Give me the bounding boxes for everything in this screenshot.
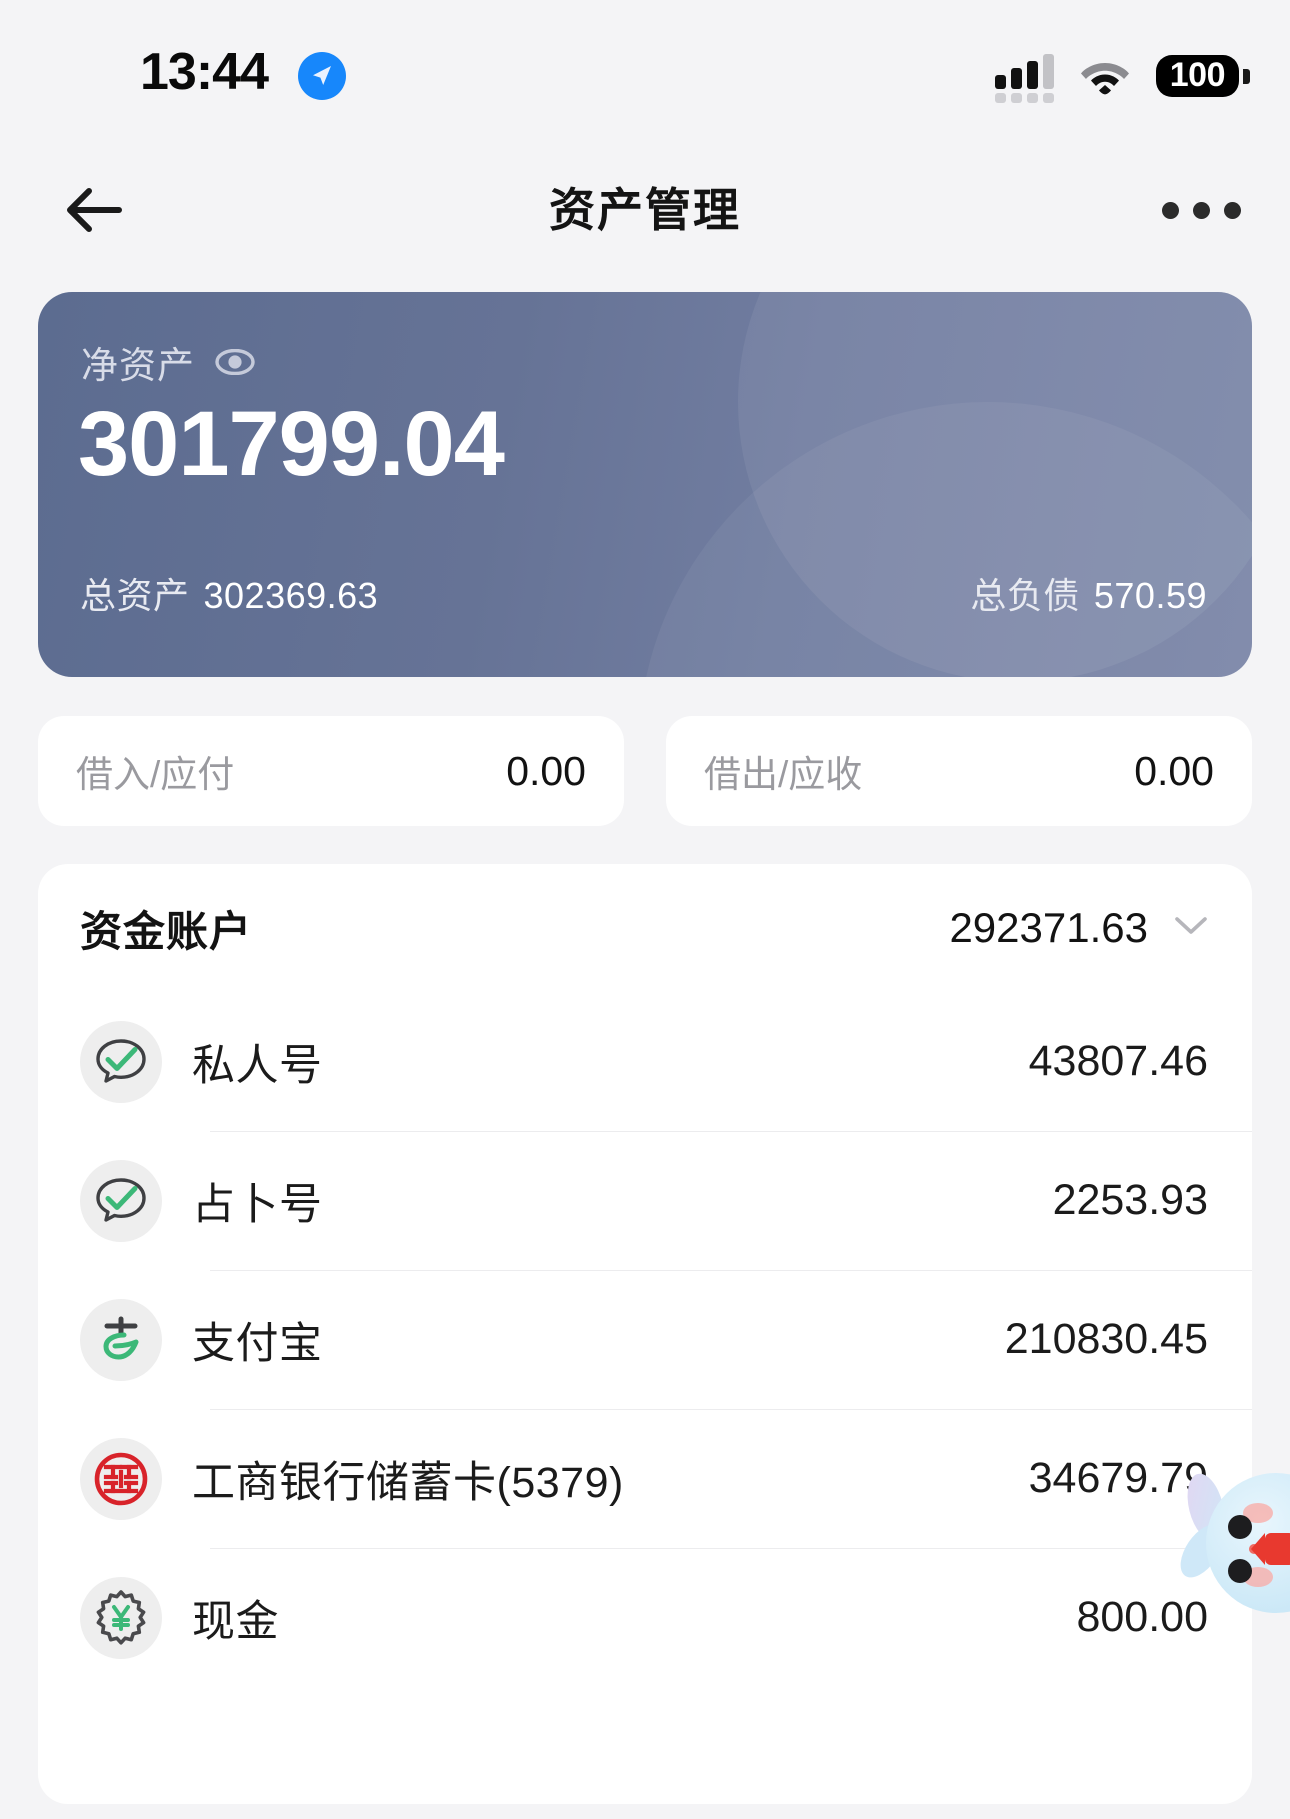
page-title: 资产管理 (549, 184, 741, 236)
wifi-icon (1080, 57, 1130, 95)
account-balance: 34679.79 (1028, 1454, 1208, 1502)
total-liabilities-value: 570.59 (1093, 575, 1207, 616)
table-row[interactable]: 私人号 43807.46 (38, 992, 1252, 1131)
wechat-pay-icon (80, 1020, 162, 1103)
table-row[interactable]: 支付宝 210830.45 (38, 1270, 1252, 1409)
loan-summary-row: 借入/应付 0.00 借出/应收 0.00 (38, 716, 1252, 826)
more-options-icon-dot3 (1223, 201, 1241, 219)
battery-tip (1243, 68, 1250, 84)
total-assets-value: 302369.63 (203, 575, 379, 616)
cellular-signal-icon (994, 49, 1054, 103)
status-indicators: 100 (994, 48, 1250, 104)
fund-accounts-panel: 资金账户 292371.63 私人号 43807.46 占卜号 2253.93 … (38, 864, 1252, 1804)
borrowed-payable-value: 0.00 (506, 747, 586, 794)
account-name: 占卜号 (192, 1180, 323, 1229)
fund-accounts-header[interactable]: 资金账户 292371.63 (38, 864, 1252, 992)
status-bar: 13:44 100 (0, 0, 1290, 128)
net-assets-label-row: 净资产 (81, 335, 255, 389)
account-balance: 800.00 (1076, 1593, 1208, 1641)
total-assets: 总资产 302369.63 (80, 567, 378, 619)
total-assets-label: 总资产 (80, 575, 190, 616)
more-options-button[interactable] (1156, 182, 1246, 238)
borrowed-payable-card[interactable]: 借入/应付 0.00 (38, 716, 624, 826)
lent-receivable-card[interactable]: 借出/应收 0.00 (666, 716, 1252, 826)
table-row[interactable]: 现金 800.00 (38, 1548, 1252, 1687)
navigation-bar: 资产管理 (0, 160, 1290, 260)
cash-yuan-icon (80, 1576, 162, 1659)
account-name: 现金 (192, 1597, 279, 1646)
account-balance: 2253.93 (1052, 1176, 1208, 1224)
net-assets-card[interactable]: 净资产 301799.04 总资产 302369.63 总负债 570.59 (38, 292, 1252, 677)
fund-accounts-header-right: 292371.63 (949, 904, 1208, 952)
table-row[interactable]: 占卜号 2253.93 (38, 1131, 1252, 1270)
battery-level-label: 100 (1155, 54, 1239, 98)
total-liabilities-label: 总负债 (970, 575, 1080, 616)
borrowed-payable-label: 借入/应付 (76, 754, 235, 795)
wechat-pay-icon (80, 1159, 162, 1242)
app-root: 13:44 100 资产管理 净资产 301799.04 总资产 302369.… (0, 0, 1290, 1819)
account-name: 工商银行储蓄卡(5379) (192, 1458, 624, 1507)
net-assets-label: 净资产 (81, 345, 195, 386)
account-name: 私人号 (192, 1041, 323, 1090)
eye-icon[interactable] (215, 346, 255, 378)
fund-accounts-title: 资金账户 (80, 907, 253, 955)
lent-receivable-label: 借出/应收 (704, 754, 863, 795)
table-row[interactable]: 工商银行储蓄卡(5379) 34679.79 (38, 1409, 1252, 1548)
chevron-down-icon[interactable] (1174, 915, 1208, 942)
lent-receivable-value: 0.00 (1134, 747, 1214, 794)
account-balance: 210830.45 (1004, 1315, 1208, 1363)
net-assets-amount: 301799.04 (78, 393, 505, 495)
account-balance: 43807.46 (1028, 1037, 1208, 1085)
location-arrow-icon (298, 52, 346, 100)
more-options-icon-dot2 (1192, 201, 1210, 219)
account-name: 支付宝 (192, 1319, 323, 1368)
total-liabilities: 总负债 570.59 (970, 567, 1207, 619)
status-time: 13:44 (140, 43, 269, 101)
fund-accounts-total: 292371.63 (949, 904, 1148, 951)
battery-indicator: 100 (1155, 54, 1250, 98)
icbc-bank-icon (80, 1437, 162, 1520)
alipay-icon (80, 1298, 162, 1381)
more-options-icon (1161, 201, 1179, 219)
account-list: 私人号 43807.46 占卜号 2253.93 支付宝 210830.45 工… (38, 992, 1252, 1687)
